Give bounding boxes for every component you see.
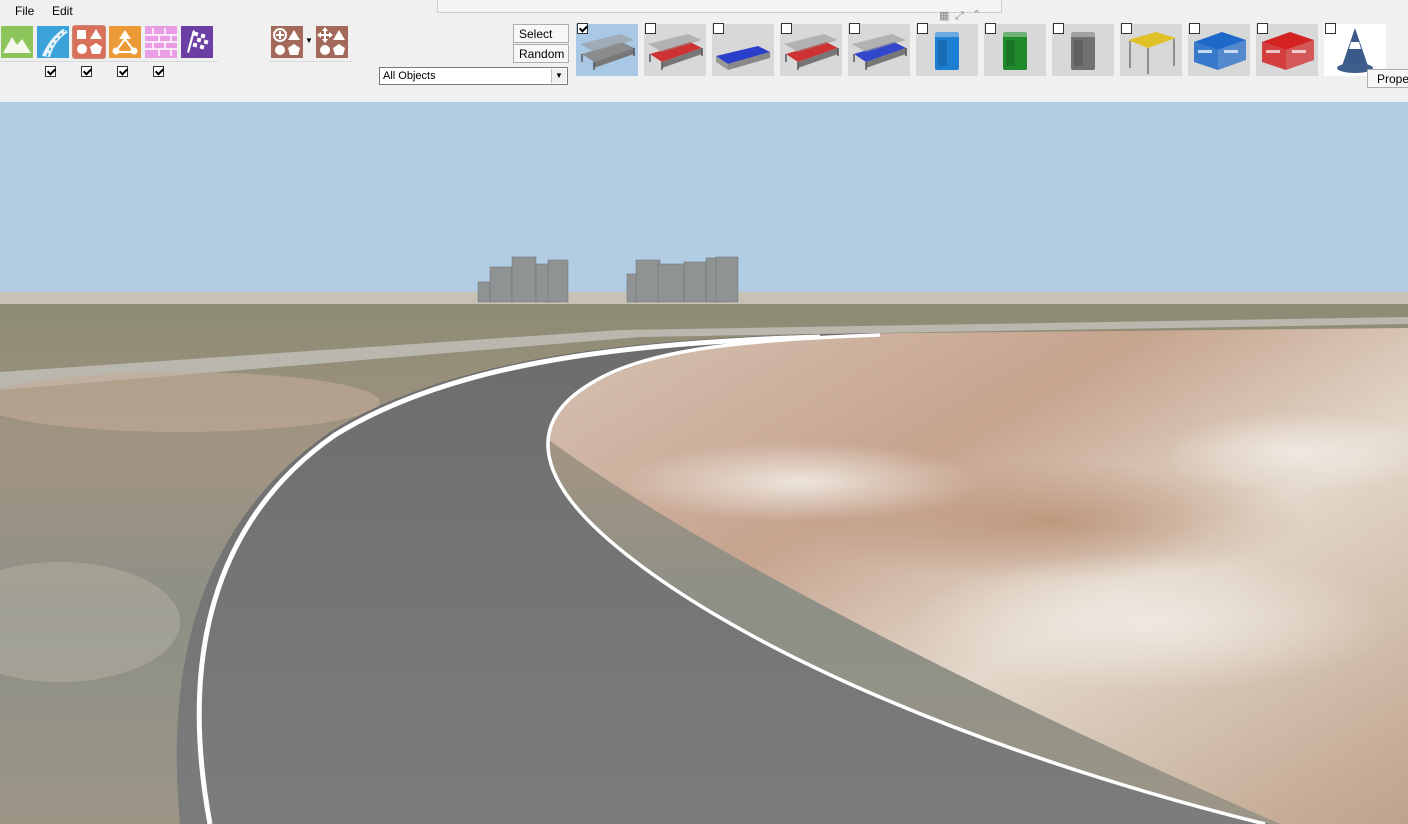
road-visible-checkbox[interactable] bbox=[81, 66, 92, 77]
nodes-tool-button[interactable] bbox=[109, 26, 141, 58]
toolbar-divider-2 bbox=[269, 61, 353, 62]
object-filter-select[interactable]: All Objects ▼ bbox=[379, 67, 568, 85]
walls-visible-checkbox[interactable] bbox=[153, 66, 164, 77]
tent-blue-checkbox[interactable] bbox=[1189, 23, 1200, 34]
portable-toilet-blue-checkbox[interactable] bbox=[917, 23, 928, 34]
select-button[interactable]: Select bbox=[513, 24, 569, 43]
object-filter-value: All Objects bbox=[383, 70, 436, 82]
grandstand-red-checkbox[interactable] bbox=[645, 23, 656, 34]
road-icon bbox=[37, 26, 69, 58]
grandstand-blue-roof-checkbox[interactable] bbox=[849, 23, 860, 34]
tent-yellow-checkbox[interactable] bbox=[1121, 23, 1132, 34]
checkered-flag-icon bbox=[181, 26, 213, 58]
objects-visible-checkbox[interactable] bbox=[117, 66, 128, 77]
menu-file[interactable]: File bbox=[13, 3, 36, 19]
toolbar: ▼ Select Random All Objects ▼ Prop bbox=[0, 22, 1408, 102]
toolbar-divider bbox=[0, 61, 218, 62]
nodes-icon bbox=[109, 26, 141, 58]
grandstand-blue-checkbox[interactable] bbox=[713, 23, 724, 34]
portable-toilet-gray-checkbox[interactable] bbox=[1053, 23, 1064, 34]
checkered-tool-button[interactable] bbox=[181, 26, 213, 58]
terrain-visible-checkbox[interactable] bbox=[45, 66, 56, 77]
portable-toilet-green-checkbox[interactable] bbox=[985, 23, 996, 34]
random-button[interactable]: Random bbox=[513, 44, 569, 63]
tent-red-checkbox[interactable] bbox=[1257, 23, 1268, 34]
expand-icon[interactable]: ⤢ bbox=[955, 10, 967, 22]
mountain-icon bbox=[1, 26, 33, 58]
traffic-cone-checkbox[interactable] bbox=[1325, 23, 1336, 34]
objects-tool-button[interactable] bbox=[72, 25, 106, 59]
add-objects-button[interactable] bbox=[271, 26, 303, 58]
road-tool-button[interactable] bbox=[37, 26, 69, 58]
3d-viewport[interactable] bbox=[0, 102, 1408, 824]
move-shapes-icon bbox=[316, 26, 348, 58]
menu-edit[interactable]: Edit bbox=[50, 3, 75, 19]
dropdown-arrow-icon[interactable]: ▼ bbox=[305, 36, 313, 45]
grandstand-red-roof-checkbox[interactable] bbox=[781, 23, 792, 34]
move-objects-button[interactable] bbox=[316, 26, 348, 58]
add-shapes-icon bbox=[271, 26, 303, 58]
scene-render bbox=[0, 102, 1408, 824]
floating-toolbar: ▦ ⤢ ⌃ bbox=[437, 0, 1002, 22]
walls-tool-button[interactable] bbox=[145, 26, 177, 58]
properties-button[interactable]: Proper bbox=[1367, 69, 1408, 88]
building-cluster-right bbox=[626, 256, 739, 303]
chevron-down-icon[interactable]: ▼ bbox=[551, 69, 566, 83]
shapes-icon bbox=[73, 26, 105, 58]
collapse-icon[interactable]: ⌃ bbox=[972, 9, 984, 21]
grid-icon[interactable]: ▦ bbox=[939, 10, 951, 22]
terrain-tool-button[interactable] bbox=[1, 26, 33, 58]
grandstand-empty-checkbox[interactable] bbox=[577, 23, 588, 34]
wall-icon bbox=[145, 26, 177, 58]
